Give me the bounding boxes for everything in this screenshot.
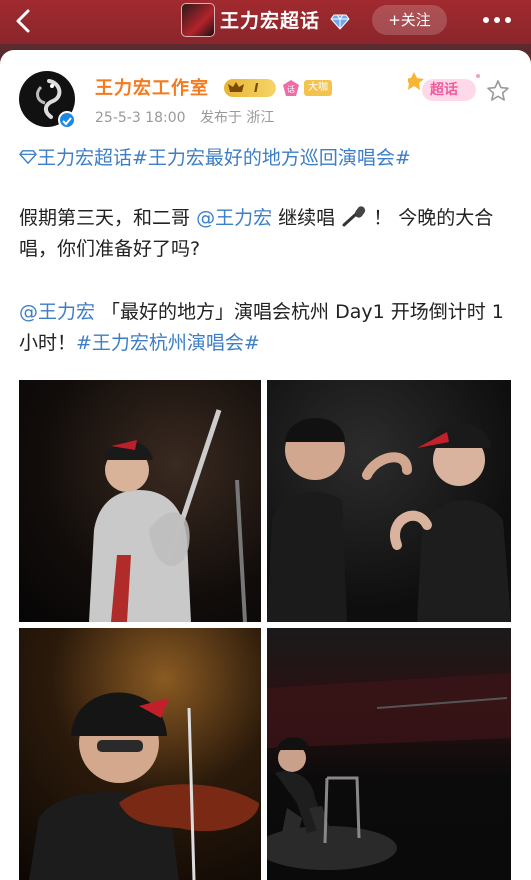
diamond-icon	[330, 11, 350, 31]
author-name[interactable]: 王力宏工作室	[95, 74, 209, 100]
photo-violin[interactable]	[19, 628, 261, 880]
topic-text: 王力宏超话#王力宏最好的地方巡回演唱会#	[37, 147, 411, 169]
vip-badge[interactable]: I	[224, 79, 276, 97]
verified-icon	[58, 111, 76, 129]
supertopic-diamond-icon	[19, 150, 37, 165]
post-meta: 25-5-3 18:00 发布于 浙江	[95, 107, 284, 127]
supertopic-avatar[interactable]	[181, 3, 215, 37]
photo-seated[interactable]	[267, 628, 511, 880]
post-card: 王力宏工作室 I 话 大咖 25-5-3 18:00 发布于 浙江 超话 王力宏…	[0, 50, 531, 880]
post-date: 25-5-3 18:00	[95, 110, 186, 126]
post-paragraph-2: @王力宏 「最好的地方」演唱会杭州 Day1 开场倒计时 1小时！#王力宏杭州演…	[19, 297, 514, 359]
top-bar: 王力宏超话 +关注	[0, 0, 531, 44]
vip-level: I	[254, 81, 259, 95]
more-icon[interactable]	[480, 10, 514, 30]
photo-talk[interactable]	[267, 380, 511, 622]
page-title: 王力宏超话	[220, 10, 321, 32]
svg-text:话: 话	[287, 84, 295, 94]
para1-text-mid: 继续唱	[278, 207, 336, 229]
para1-text-before: 假期第三天，和二哥	[19, 207, 191, 229]
mention-link-1[interactable]: @王力宏	[196, 207, 272, 229]
back-arrow-icon[interactable]	[12, 8, 38, 34]
supertopic-tag[interactable]: 超话	[404, 68, 482, 104]
favorite-star-icon[interactable]	[486, 79, 510, 103]
supertopic-tag-label: 超话	[430, 82, 458, 98]
topic-line[interactable]: 王力宏超话#王力宏最好的地方巡回演唱会#	[19, 143, 514, 174]
photo-guitar[interactable]	[19, 380, 261, 622]
follow-button[interactable]: +关注	[372, 5, 447, 35]
fan-badge-icon[interactable]: 话	[281, 78, 301, 98]
microphone-icon	[341, 205, 367, 227]
mention-link-2[interactable]: @王力宏	[19, 301, 95, 323]
hashtag-link[interactable]: #王力宏杭州演唱会#	[76, 332, 260, 354]
post-paragraph-1: 假期第三天，和二哥 @王力宏 继续唱 ！ 今晚的大合唱，你们准备好了吗?	[19, 203, 514, 265]
rank-badge: 大咖	[304, 80, 332, 96]
post-location: 发布于 浙江	[199, 110, 275, 126]
